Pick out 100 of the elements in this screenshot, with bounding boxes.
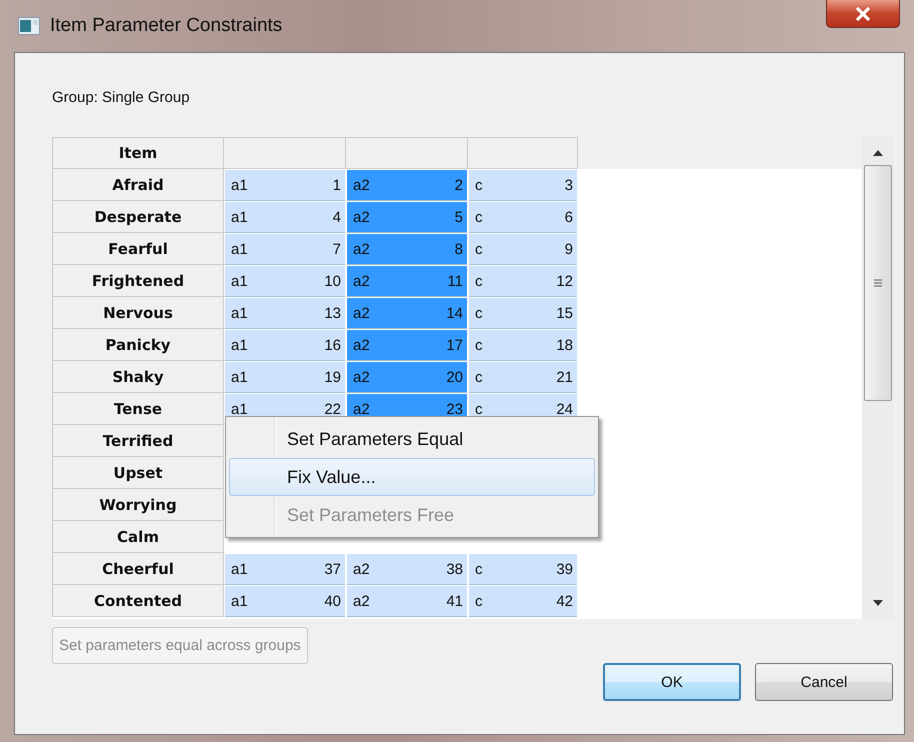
parameter-name: a1 — [231, 336, 248, 354]
parameter-name: a2 — [353, 208, 370, 226]
parameter-number: 5 — [454, 208, 463, 226]
parameter-name: a2 — [353, 304, 370, 322]
row-header[interactable]: Shaky — [52, 361, 224, 393]
parameter-name: c — [475, 304, 482, 322]
parameter-name: a2 — [353, 400, 370, 418]
parameter-name: c — [475, 272, 482, 290]
parameter-name: c — [475, 368, 482, 386]
parameter-cell[interactable]: a2 11 — [347, 266, 467, 297]
parameter-cell[interactable]: a2 20 — [347, 362, 467, 393]
parameter-number: 4 — [332, 208, 341, 226]
parameter-cell[interactable]: a2 38 — [347, 554, 467, 585]
parameter-cell[interactable]: a1 4 — [225, 202, 345, 233]
parameter-name: a1 — [231, 240, 248, 258]
row-header[interactable]: Worrying — [52, 489, 224, 521]
parameter-cell[interactable]: c 6 — [469, 202, 577, 233]
parameter-cell[interactable]: a1 1 — [225, 170, 345, 201]
parameter-cell[interactable]: a2 8 — [347, 234, 467, 265]
vertical-scrollbar[interactable] — [862, 137, 894, 619]
row-header[interactable]: Tense — [52, 393, 224, 425]
parameter-cell[interactable]: a1 37 — [225, 554, 345, 585]
parameter-number: 14 — [446, 304, 463, 322]
row-header[interactable]: Upset — [52, 457, 224, 489]
column-header[interactable] — [468, 137, 578, 169]
close-button[interactable] — [826, 0, 900, 28]
parameter-cell[interactable]: c 12 — [469, 266, 577, 297]
parameter-cell[interactable]: a2 5 — [347, 202, 467, 233]
group-label: Group: Single Group — [52, 89, 191, 108]
parameter-cell[interactable]: a1 7 — [225, 234, 345, 265]
column-header[interactable]: Item — [52, 137, 224, 169]
parameter-name: c — [475, 560, 482, 578]
parameter-number: 41 — [446, 592, 463, 610]
parameter-cell[interactable]: c 3 — [469, 170, 577, 201]
cancel-button[interactable]: Cancel — [755, 663, 893, 701]
parameter-number: 2 — [454, 176, 463, 194]
grip-icon — [873, 278, 883, 288]
row-header[interactable]: Terrified — [52, 425, 224, 457]
parameter-number: 40 — [324, 592, 341, 610]
parameter-number: 39 — [556, 560, 573, 578]
parameter-number: 38 — [446, 560, 463, 578]
parameter-number: 24 — [556, 400, 573, 418]
parameter-name: a1 — [231, 400, 248, 418]
scrollbar-thumb[interactable] — [864, 165, 892, 401]
parameter-number: 22 — [324, 400, 341, 418]
parameter-cell[interactable]: a1 13 — [225, 298, 345, 329]
parameter-name: a1 — [231, 560, 248, 578]
row-header[interactable]: Contented — [52, 585, 224, 617]
parameter-cell[interactable]: a2 14 — [347, 298, 467, 329]
parameter-name: a2 — [353, 176, 370, 194]
parameter-number: 19 — [324, 368, 341, 386]
parameter-cell[interactable]: c 39 — [469, 554, 577, 585]
parameter-cell[interactable]: c 18 — [469, 330, 577, 361]
row-header[interactable]: Cheerful — [52, 553, 224, 585]
parameter-name: a2 — [353, 592, 370, 610]
parameter-name: a2 — [353, 368, 370, 386]
parameter-number: 17 — [446, 336, 463, 354]
parameter-name: c — [475, 208, 482, 226]
parameter-number: 18 — [556, 336, 573, 354]
parameter-number: 10 — [324, 272, 341, 290]
parameter-name: a1 — [231, 272, 248, 290]
parameter-name: a1 — [231, 368, 248, 386]
parameter-cell[interactable]: c 42 — [469, 586, 577, 617]
parameter-cell[interactable]: a1 10 — [225, 266, 345, 297]
parameter-cell[interactable]: a1 40 — [225, 586, 345, 617]
parameter-name: c — [475, 592, 482, 610]
row-header[interactable]: Nervous — [52, 297, 224, 329]
parameter-name: a1 — [231, 592, 248, 610]
menu-item[interactable]: Fix Value... — [229, 458, 595, 496]
parameter-name: c — [475, 176, 482, 194]
parameter-number: 20 — [446, 368, 463, 386]
parameter-name: c — [475, 400, 482, 418]
scroll-up-icon[interactable] — [872, 149, 884, 157]
row-header[interactable]: Desperate — [52, 201, 224, 233]
scroll-down-icon[interactable] — [872, 599, 884, 607]
ok-button[interactable]: OK — [603, 663, 741, 701]
parameter-cell[interactable]: c 9 — [469, 234, 577, 265]
parameter-cell[interactable]: c 21 — [469, 362, 577, 393]
row-header[interactable]: Afraid — [52, 169, 224, 201]
column-header[interactable] — [346, 137, 468, 169]
row-header[interactable]: Panicky — [52, 329, 224, 361]
parameter-cell[interactable]: a1 19 — [225, 362, 345, 393]
parameter-number: 1 — [332, 176, 341, 194]
window-icon — [18, 17, 40, 35]
row-header[interactable]: Frightened — [52, 265, 224, 297]
parameter-number: 7 — [332, 240, 341, 258]
parameter-cell[interactable]: c 15 — [469, 298, 577, 329]
parameter-number: 21 — [556, 368, 573, 386]
parameter-cell[interactable]: a2 41 — [347, 586, 467, 617]
close-icon — [854, 6, 872, 20]
parameter-name: c — [475, 336, 482, 354]
column-header[interactable] — [224, 137, 346, 169]
parameter-number: 23 — [446, 400, 463, 418]
parameter-cell[interactable]: a2 2 — [347, 170, 467, 201]
row-header[interactable]: Calm — [52, 521, 224, 553]
window-title: Item Parameter Constraints — [50, 15, 282, 37]
parameter-number: 8 — [454, 240, 463, 258]
row-header[interactable]: Fearful — [52, 233, 224, 265]
parameter-cell[interactable]: a2 17 — [347, 330, 467, 361]
parameter-cell[interactable]: a1 16 — [225, 330, 345, 361]
